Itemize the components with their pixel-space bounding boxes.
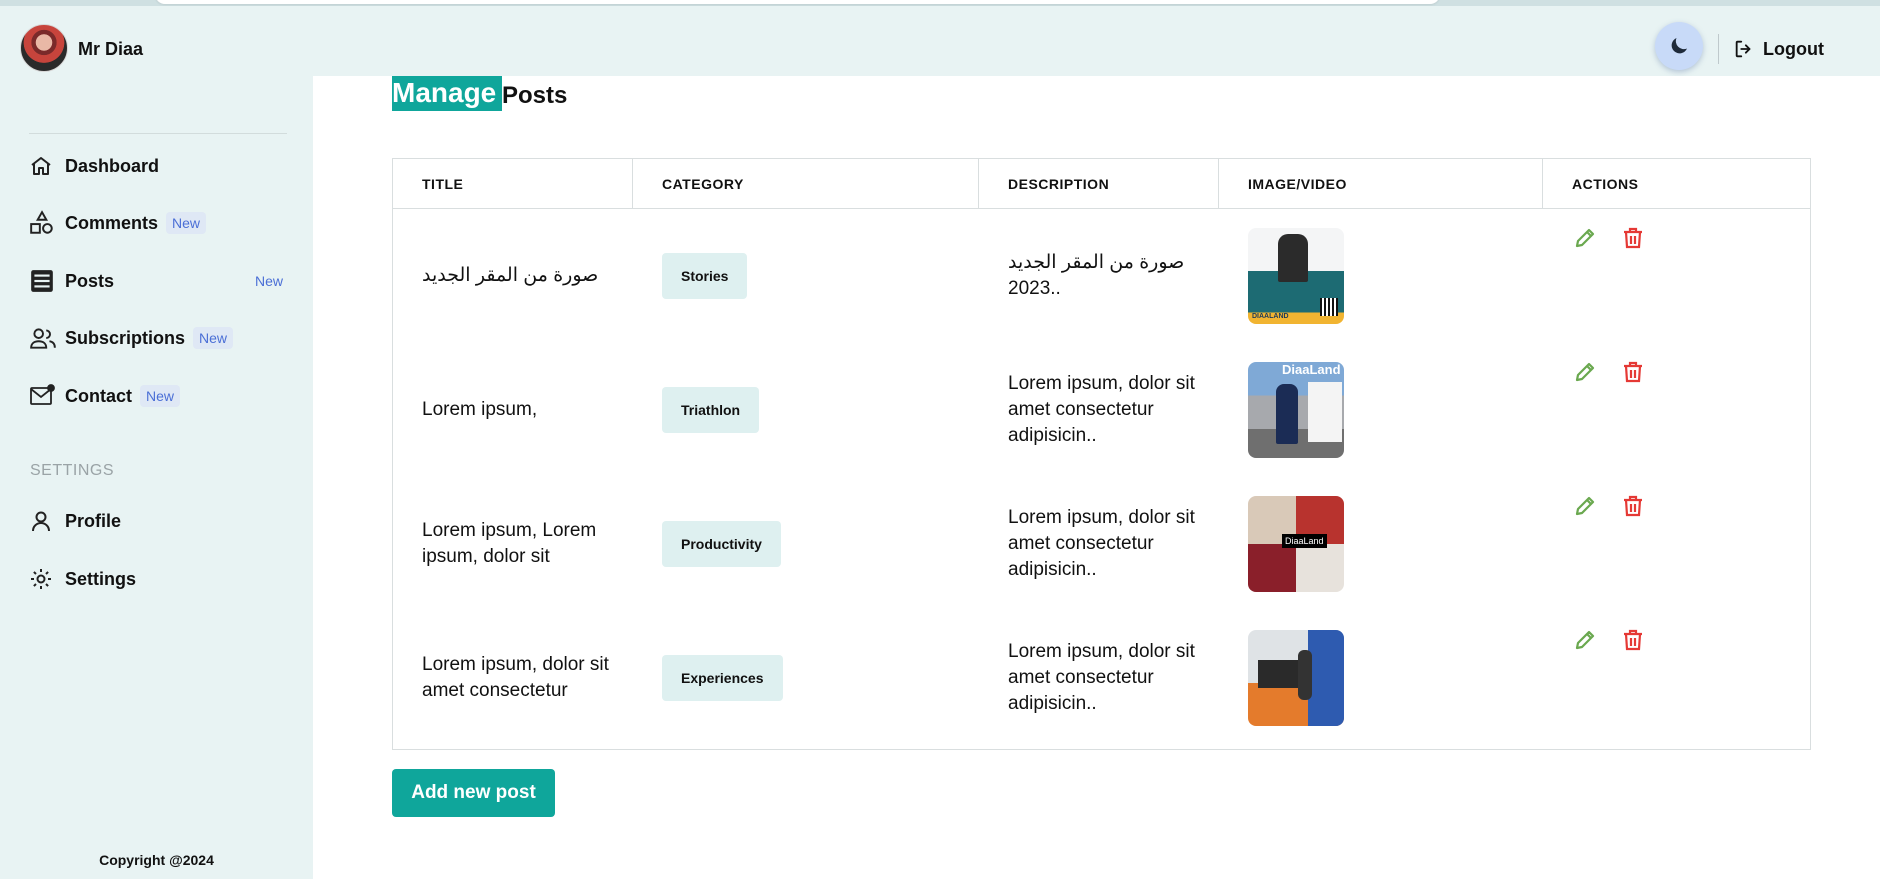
top-header: Mr Diaa Logout [0,6,1880,76]
post-title: Lorem ipsum, Lorem ipsum, dolor sit [422,520,597,567]
pencil-icon [1575,496,1595,516]
sidebar-divider [29,133,287,134]
edit-button[interactable] [1572,359,1598,385]
mail-icon [29,382,57,410]
category-chip[interactable]: Experiences [662,655,783,701]
page-title: Manage Posts [392,76,567,111]
page-title-rest: Posts [502,81,568,109]
thumb-brand-text: DiaaLand [1282,534,1327,548]
page-title-highlight: Manage [392,76,502,111]
post-description: Lorem ipsum, dolor sit amet consectetur … [1008,373,1195,446]
post-title: صورة من المقر الجديد [422,265,599,286]
logout-icon [1735,40,1751,58]
add-new-post-button[interactable]: Add new post [392,769,555,817]
trash-icon [1624,495,1642,517]
category-chip[interactable]: Stories [662,253,748,299]
thumb-brand-text: DIAALAND [1252,313,1289,320]
delete-button[interactable] [1620,627,1646,653]
trash-icon [1624,361,1642,383]
username: Mr Diaa [78,39,144,59]
table-row: صورة من المقر الجديد Stories صورة من الم… [393,209,1810,343]
avatar[interactable] [20,24,68,72]
column-header-image[interactable]: IMAGE/VIDEO [1219,159,1543,209]
category-chip[interactable]: Productivity [662,521,781,567]
new-badge: New [254,273,283,289]
post-thumbnail[interactable]: DiaaLand [1248,496,1344,592]
column-header-category[interactable]: CATEGORY [633,159,979,209]
sidebar-item-profile[interactable]: Profile [29,505,289,537]
sidebar-item-label: Comments [65,212,159,233]
column-header-description[interactable]: DESCRIPTION [979,159,1219,209]
new-badge: New [193,327,234,349]
sidebar-item-settings[interactable]: Settings [29,563,289,595]
header-separator [1718,34,1719,64]
logout-button[interactable]: Logout [1733,36,1824,62]
table-header: TITLE CATEGORY DESCRIPTION IMAGE/VIDEO A… [393,159,1810,209]
post-description: صورة من المقر الجديد 2023.. [1008,252,1185,299]
logout-label: Logout [1763,38,1824,59]
gear-icon [29,565,57,593]
edit-button[interactable] [1572,627,1598,653]
posts-table: TITLE CATEGORY DESCRIPTION IMAGE/VIDEO A… [392,158,1811,750]
pencil-icon [1575,630,1595,650]
thumb-brand-text: DiaaLand [1282,362,1341,377]
trash-icon [1624,629,1642,651]
row-actions [1572,627,1646,653]
sidebar: Dashboard Comments New Posts New Subscri… [0,76,313,879]
posts-icon [29,267,57,295]
row-actions [1572,359,1646,385]
row-actions [1572,225,1646,251]
post-description: Lorem ipsum, dolor sit amet consectetur … [1008,507,1195,580]
category-chip[interactable]: Triathlon [662,387,760,433]
column-header-actions: ACTIONS [1572,176,1639,192]
sidebar-item-comments[interactable]: Comments New [29,207,289,239]
sidebar-item-dashboard[interactable]: Dashboard [29,150,289,182]
user-icon [29,507,57,535]
table-row: Lorem ipsum, dolor sit amet consectetur … [393,611,1810,745]
sidebar-item-label: Profile [65,510,122,531]
edit-button[interactable] [1572,493,1598,519]
post-thumbnail[interactable] [1248,630,1344,726]
copyright: Copyright @2024 [99,852,214,868]
sidebar-item-label: Dashboard [65,155,160,176]
post-thumbnail[interactable]: DiaaLand [1248,362,1344,458]
edit-button[interactable] [1572,225,1598,251]
sidebar-item-subscriptions[interactable]: Subscriptions New [29,322,289,354]
settings-section-label: SETTINGS [30,462,115,479]
home-icon [29,152,57,180]
column-header-title[interactable]: TITLE [393,159,633,209]
sidebar-item-label: Posts [65,270,115,291]
delete-button[interactable] [1620,359,1646,385]
moon-icon [1671,38,1687,54]
address-bar[interactable] [155,0,1440,4]
delete-button[interactable] [1620,493,1646,519]
table-row: Lorem ipsum, Lorem ipsum, dolor sit Prod… [393,477,1810,611]
sidebar-item-label: Subscriptions [65,327,186,348]
sidebar-item-contact[interactable]: Contact New [29,380,289,412]
sidebar-item-label: Contact [65,385,132,406]
users-icon [29,324,57,352]
post-thumbnail[interactable]: DIAALAND [1248,228,1344,324]
post-title: Lorem ipsum, [422,399,538,420]
shapes-icon [29,209,57,237]
post-title: Lorem ipsum, dolor sit amet consectetur [422,654,609,701]
dark-mode-toggle[interactable] [1655,22,1703,70]
pencil-icon [1575,228,1595,248]
table-row: Lorem ipsum, Triathlon Lorem ipsum, dolo… [393,343,1810,477]
delete-button[interactable] [1620,225,1646,251]
pencil-icon [1575,362,1595,382]
new-badge: New [166,212,207,234]
sidebar-item-posts[interactable]: Posts New [29,265,289,297]
post-description: Lorem ipsum, dolor sit amet consectetur … [1008,641,1195,714]
main-content: Manage Posts TITLE CATEGORY DESCRIPTION … [313,76,1880,879]
new-badge: New [140,385,181,407]
sidebar-item-label: Settings [65,568,137,589]
row-actions [1572,493,1646,519]
trash-icon [1624,227,1642,249]
